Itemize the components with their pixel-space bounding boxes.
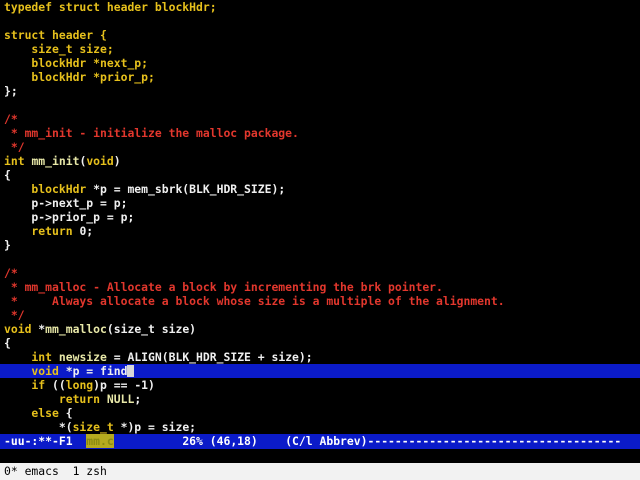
code-token: struct header { [4,28,107,42]
code-line[interactable]: if ((long)p == -1) [0,378,640,392]
code-token: * mm_malloc - Allocate a block by increm… [4,280,443,294]
code-token: */ [4,308,25,322]
modeline-buffer-name[interactable]: mm.c [86,434,114,448]
code-token: p->prior_p = p; [4,210,135,224]
code-token: void [4,364,66,378]
code-token: mm_init [31,154,80,168]
code-line[interactable]: p->prior_p = p; [0,210,640,224]
code-token: NULL [106,392,135,406]
code-line[interactable]: blockHdr *next_p; [0,56,640,70]
code-token: *p = mem_sbrk(BLK_HDR_SIZE); [93,182,286,196]
code-token: { [4,336,11,350]
code-token: * mm_init - initialize the malloc packag… [4,126,299,140]
code-token: long [65,378,94,392]
code-token: *)p = size; [120,420,197,434]
code-line[interactable]: void *mm_malloc(size_t size) [0,322,640,336]
code-token: 0; [79,224,94,238]
code-line[interactable]: blockHdr *p = mem_sbrk(BLK_HDR_SIZE); [0,182,640,196]
code-token: void [4,322,39,336]
code-token: ; [134,392,142,406]
code-line[interactable]: *(size_t *)p = size; [0,420,640,434]
code-token: *p = find [65,364,128,378]
code-token: mm_malloc [45,322,107,336]
code-token: * Always allocate a block whose size is … [4,294,505,308]
code-token: int [4,154,32,168]
code-line[interactable]: */ [0,140,640,154]
minibuffer[interactable] [0,449,640,463]
code-token: } [4,238,11,252]
code-token: *( [4,420,73,434]
code-line[interactable]: struct header { [0,28,640,42]
code-token: { [65,406,73,420]
code-token: return [4,392,107,406]
code-line[interactable]: * mm_init - initialize the malloc packag… [0,126,640,140]
code-line[interactable]: } [0,238,640,252]
code-line[interactable]: }; [0,84,640,98]
code-token: (( [52,378,66,392]
modeline-major-mode[interactable]: (C/l Abbrev) [285,434,367,448]
code-token: else [4,406,66,420]
code-line[interactable]: * Always allocate a block whose size is … [0,294,640,308]
emacs-mode-line: -uu-:**-F1 mm.c 26% (46,18) (C/l Abbrev)… [0,434,640,449]
code-line[interactable]: return 0; [0,224,640,238]
code-token: blockHdr [4,182,94,196]
code-line[interactable]: { [0,336,640,350]
code-token: if [4,378,53,392]
code-token: size_t [72,420,121,434]
modeline-status: -uu-:**-F1 [4,434,87,448]
code-line[interactable]: * mm_malloc - Allocate a block by increm… [0,280,640,294]
code-token: (size_t size) [106,322,197,336]
code-token: return [4,224,80,238]
code-line[interactable] [0,14,640,28]
code-line[interactable]: /* [0,112,640,126]
tmux-status-bar: 0* emacs 1 zsh [0,463,640,480]
code-token: p->next_p = p; [4,196,128,210]
code-line[interactable]: typedef struct header blockHdr; [0,0,640,14]
code-line[interactable]: */ [0,308,640,322]
code-token: }; [4,84,18,98]
code-token: /* [4,266,18,280]
code-line[interactable] [0,252,640,266]
terminal-screen: typedef struct header blockHdr; struct he… [0,0,640,480]
code-token: /* [4,112,18,126]
modeline-fill: ------------------------------------- [367,434,622,448]
code-token: blockHdr *next_p; [4,56,149,70]
code-line[interactable] [0,98,640,112]
code-token: typedef struct header blockHdr; [4,0,217,14]
code-line[interactable]: return NULL; [0,392,640,406]
code-token: { [4,168,11,182]
code-line-current[interactable]: void *p = find [0,364,640,378]
code-line[interactable]: int newsize = ALIGN(BLK_HDR_SIZE + size)… [0,350,640,364]
code-line[interactable]: size_t size; [0,42,640,56]
code-line[interactable]: blockHdr *prior_p; [0,70,640,84]
code-line[interactable]: int mm_init(void) [0,154,640,168]
editor-buffer[interactable]: typedef struct header blockHdr; struct he… [0,0,640,434]
code-line[interactable]: p->next_p = p; [0,196,640,210]
code-token: */ [4,140,25,154]
modeline-gap-1 [114,434,183,448]
code-line[interactable]: { [0,168,640,182]
code-token: size_t size; [4,42,114,56]
code-token: void [86,154,114,168]
code-token: int [4,350,59,364]
code-token: )p == -1) [93,378,155,392]
modeline-gap-2 [258,434,285,448]
code-line[interactable]: /* [0,266,640,280]
code-token: = ALIGN(BLK_HDR_SIZE + size); [106,350,313,364]
code-token: ) [113,154,121,168]
code-token: blockHdr *prior_p; [4,70,155,84]
code-line[interactable]: else { [0,406,640,420]
code-token: newsize [58,350,107,364]
text-cursor [127,365,135,377]
modeline-position: 26% (46,18) [182,434,258,448]
